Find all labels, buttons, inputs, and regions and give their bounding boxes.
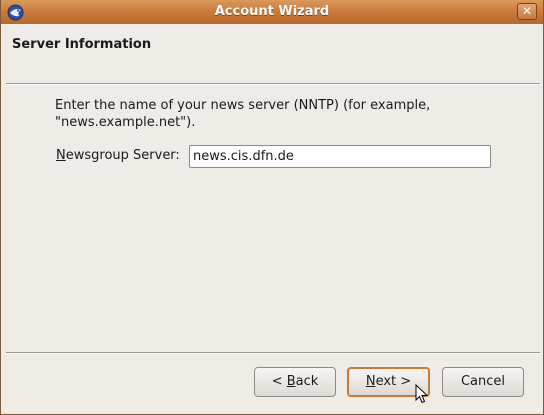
next-mnemonic: N [365, 374, 376, 389]
footer-divider [6, 352, 540, 354]
close-button[interactable]: ✕ [517, 3, 537, 20]
back-label: ack [295, 374, 319, 389]
back-mnemonic: B [286, 374, 296, 389]
close-icon: ✕ [521, 4, 533, 18]
label-mnemonic: N [56, 148, 66, 163]
label-text: ewsgroup Server: [65, 148, 180, 163]
page-title: Server Information [12, 37, 152, 52]
page-description: Enter the name of your news server (NNTP… [55, 97, 495, 131]
newsgroup-server-label: Newsgroup Server: [56, 148, 180, 163]
description-line-2: "news.example.net"). [55, 115, 196, 130]
next-label: ext > [375, 374, 412, 389]
cancel-button[interactable]: Cancel [442, 367, 524, 397]
back-prefix: < [271, 374, 287, 389]
title-bar[interactable]: Account Wizard ✕ [1, 0, 543, 25]
header-divider [6, 83, 540, 85]
mouse-pointer-icon [415, 383, 429, 404]
newsgroup-server-input[interactable] [189, 145, 491, 168]
description-line-1: Enter the name of your news server (NNTP… [55, 98, 431, 113]
window-title: Account Wizard [214, 4, 330, 19]
cancel-label: Cancel [460, 374, 506, 389]
back-button[interactable]: < Back [254, 367, 336, 397]
account-wizard-window: Account Wizard ✕ Server Information Ente… [0, 0, 544, 415]
page-header: Server Information [1, 24, 543, 84]
